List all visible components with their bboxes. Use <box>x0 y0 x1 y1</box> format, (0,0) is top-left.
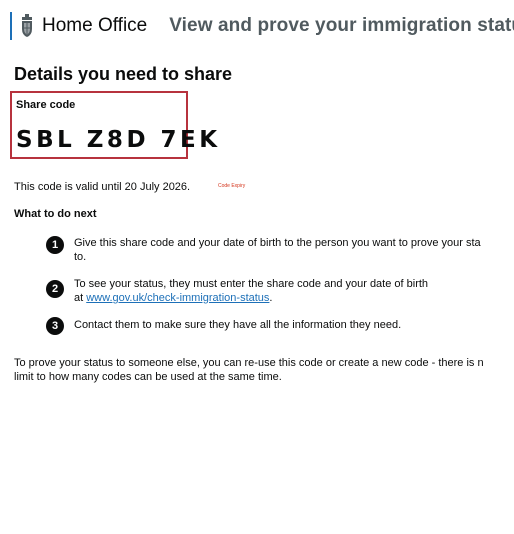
service-name[interactable]: View and prove your immigration status <box>169 15 514 37</box>
step-2-prefix: at <box>74 292 87 304</box>
reuse-line-1: To prove your status to someone else, yo… <box>14 357 484 369</box>
share-code-label: Share code <box>16 99 76 111</box>
share-code-value: SBL Z8D 7EK <box>16 127 221 153</box>
what-to-do-next-heading: What to do next <box>14 208 97 220</box>
check-immigration-status-link[interactable]: www.gov.uk/check-immigration-status <box>86 292 269 304</box>
step-text-2: To see your status, they must enter the … <box>74 277 514 305</box>
step-item-3: 3 Contact them to make sure they have al… <box>46 316 514 336</box>
step-text-3: Contact them to make sure they have all … <box>74 319 402 331</box>
step-1-line-1: Give this share code and your date of bi… <box>74 237 481 249</box>
step-number-2: 2 <box>46 280 64 298</box>
header-accent-bar <box>10 12 12 40</box>
code-expiry-note: Code Expiry <box>218 183 246 189</box>
step-2-suffix: . <box>269 292 273 304</box>
share-code-box: Share code SBL Z8D 7EK <box>10 91 217 159</box>
step-item-1: 1 Give this share code and your date of … <box>46 236 514 266</box>
step-2-line-2: at www.gov.uk/check-immigration-status. <box>74 291 514 305</box>
organisation-name[interactable]: Home Office <box>42 15 147 37</box>
royal-coat-of-arms-icon <box>22 14 32 37</box>
step-number-3: 3 <box>46 317 64 335</box>
step-text-1: Give this share code and your date of bi… <box>74 236 514 264</box>
step-item-2: 2 To see your status, they must enter th… <box>46 277 514 307</box>
page-title: Details you need to share <box>14 64 233 84</box>
step-1-line-2: to. <box>74 251 87 263</box>
site-header: Home Office View and prove your immigrat… <box>10 10 514 42</box>
reuse-code-paragraph: To prove your status to someone else, yo… <box>14 356 514 384</box>
code-validity-text: This code is valid until 20 July 2026. <box>14 181 191 193</box>
step-number-1: 1 <box>46 236 64 254</box>
reuse-line-2: limit to how many codes can be used at t… <box>14 371 282 383</box>
step-2-line-1: To see your status, they must enter the … <box>74 278 429 290</box>
